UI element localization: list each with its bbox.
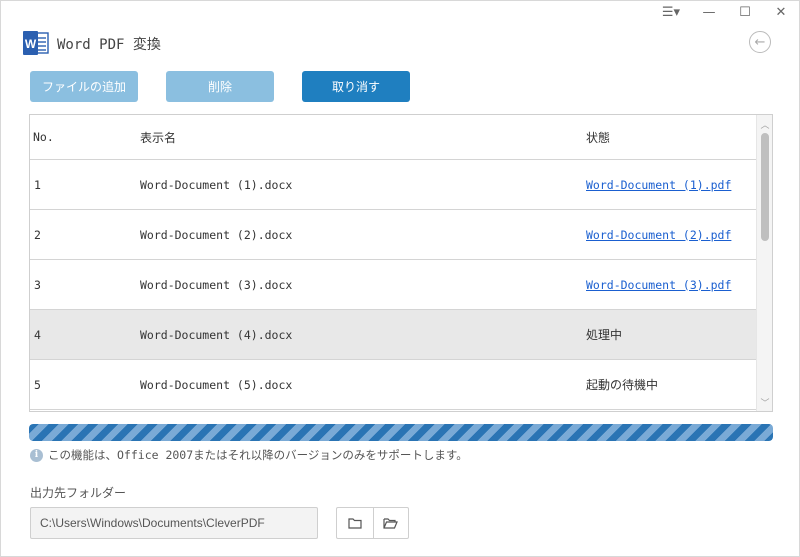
file-table: No. 表示名 状態 1 Word-Document (1).docx Word… [29,114,773,412]
row-status: 起動の待機中 [586,378,659,392]
back-arrow-icon[interactable]: ← [749,31,771,53]
table-row[interactable]: 3 Word-Document (3).docx Word-Document (… [30,260,757,310]
folder-open-icon [383,518,399,529]
app-window: ☰▾ — ☐ ✕ W Word PDF 変換 ← ファイルの追加 削除 取り消す… [0,0,800,557]
header-status[interactable]: 状態 [586,115,610,159]
table-row[interactable]: 4 Word-Document (4).docx 処理中 [30,310,757,360]
svg-text:W: W [25,37,37,51]
table-row[interactable]: 5 Word-Document (5).docx 起動の待機中 [30,360,757,410]
row-name: Word-Document (5).docx [140,377,293,392]
progress-fill [29,424,773,441]
table-scrollbar[interactable]: ︿ ﹀ [756,115,772,411]
minimize-button[interactable]: — [691,1,727,23]
header-no: No. [33,130,54,144]
row-no: 4 [34,327,41,342]
folder-icon [348,518,362,529]
row-no: 5 [34,377,41,392]
row-name: Word-Document (2).docx [140,227,293,242]
scroll-up-icon[interactable]: ︿ [757,117,772,131]
close-button[interactable]: ✕ [763,1,799,23]
browse-folder-button[interactable] [337,508,373,538]
info-text: この機能は、Office 2007またはそれ以降のバージョンのみをサポートします… [48,448,468,462]
row-name: Word-Document (4).docx [140,327,293,342]
cancel-button[interactable]: 取り消す [302,71,410,102]
word-logo-icon: W [23,31,49,55]
scroll-thumb[interactable] [761,133,769,241]
menu-button[interactable]: ☰▾ [651,1,691,23]
row-name: Word-Document (1).docx [140,177,293,192]
row-status-link[interactable]: Word-Document (2).pdf [586,210,731,259]
scroll-down-icon[interactable]: ﹀ [757,395,772,409]
app-title: Word PDF 変換 [57,37,161,53]
row-status-link[interactable]: Word-Document (1).pdf [586,160,731,209]
row-no: 1 [34,177,41,192]
folder-buttons [336,507,409,539]
row-no: 3 [34,277,41,292]
table-row[interactable]: 2 Word-Document (2).docx Word-Document (… [30,210,757,260]
row-status: 処理中 [586,328,623,342]
info-icon: i [30,448,43,462]
row-name: Word-Document (3).docx [140,277,293,292]
maximize-button[interactable]: ☐ [727,1,763,23]
window-controls: ☰▾ — ☐ ✕ [651,1,799,23]
header-name[interactable]: 表示名 [140,115,176,159]
progress-bar [29,424,773,441]
table-header: No. 表示名 状態 [30,115,757,160]
info-note: i この機能は、Office 2007またはそれ以降のバージョンのみをサポートし… [30,447,468,463]
delete-button[interactable]: 削除 [166,71,274,102]
row-status-link[interactable]: Word-Document (3).pdf [586,260,731,309]
output-path-field[interactable]: C:\Users\Windows\Documents\CleverPDF [30,507,318,539]
output-folder-label: 出力先フォルダー [30,486,127,500]
table-row[interactable]: 1 Word-Document (1).docx Word-Document (… [30,160,757,210]
add-file-button[interactable]: ファイルの追加 [30,71,138,102]
row-no: 2 [34,227,41,242]
open-folder-button[interactable] [372,508,409,538]
